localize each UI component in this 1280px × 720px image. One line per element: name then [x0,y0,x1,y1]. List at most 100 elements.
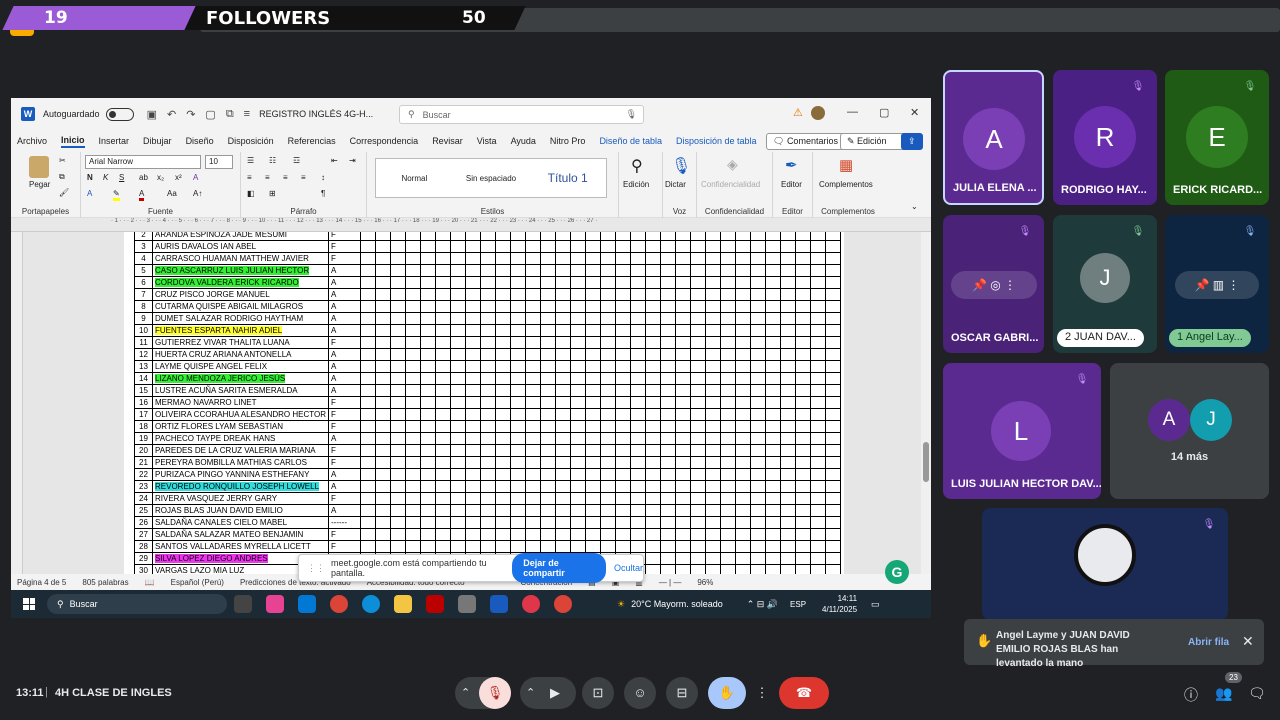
empty-cell[interactable] [735,408,752,421]
empty-cell[interactable] [480,240,497,253]
empty-cell[interactable] [795,232,812,241]
empty-cell[interactable] [510,492,527,505]
empty-cell[interactable] [525,540,542,553]
empty-cell[interactable] [495,528,512,541]
empty-cell[interactable] [825,456,842,469]
line-spacing-icon[interactable]: ↕ [321,173,325,182]
attendance-status[interactable]: A [328,372,362,385]
empty-cell[interactable] [630,232,647,241]
empty-cell[interactable] [600,384,617,397]
empty-cell[interactable] [825,348,842,361]
empty-cell[interactable] [540,456,557,469]
empty-cell[interactable] [615,384,632,397]
participant-tile-julia[interactable]: A JULIA ELENA ... [943,70,1044,205]
row-number[interactable]: 16 [134,396,153,409]
stop-sharing-button[interactable]: Dejar de compartir [512,553,606,583]
empty-cell[interactable] [735,252,752,265]
empty-cell[interactable] [720,504,737,517]
empty-cell[interactable] [435,336,452,349]
empty-cell[interactable] [525,348,542,361]
empty-cell[interactable] [705,396,722,409]
empty-cell[interactable] [420,300,437,313]
empty-cell[interactable] [390,312,407,325]
empty-cell[interactable] [810,384,827,397]
empty-cell[interactable] [780,552,797,565]
empty-cell[interactable] [495,444,512,457]
empty-cell[interactable] [540,516,557,529]
empty-cell[interactable] [630,492,647,505]
student-name[interactable]: FUENTES ESPARTA NAHIR ADIEL [151,324,330,337]
empty-cell[interactable] [720,540,737,553]
empty-cell[interactable] [645,360,662,373]
empty-cell[interactable] [420,384,437,397]
highlight-color-icon[interactable]: ✎ [113,189,120,201]
empty-cell[interactable] [600,408,617,421]
empty-cell[interactable] [435,384,452,397]
empty-cell[interactable] [705,372,722,385]
empty-cell[interactable] [795,384,812,397]
empty-cell[interactable] [795,552,812,565]
empty-cell[interactable] [540,288,557,301]
empty-cell[interactable] [570,384,587,397]
empty-cell[interactable] [465,528,482,541]
empty-cell[interactable] [705,232,722,241]
shading-icon[interactable]: ◧ [247,189,255,198]
row-number[interactable]: 15 [134,384,153,397]
empty-cell[interactable] [585,372,602,385]
empty-cell[interactable] [495,516,512,529]
empty-cell[interactable] [630,540,647,553]
maximize-icon[interactable]: ▢ [879,106,889,119]
empty-cell[interactable] [360,492,377,505]
attendance-status[interactable]: A [328,384,362,397]
empty-cell[interactable] [645,300,662,313]
empty-cell[interactable] [780,396,797,409]
empty-cell[interactable] [750,456,767,469]
empty-cell[interactable] [405,384,422,397]
empty-cell[interactable] [540,336,557,349]
empty-cell[interactable] [720,456,737,469]
empty-cell[interactable] [780,444,797,457]
tab-referencias[interactable]: Referencias [288,136,336,146]
row-number[interactable]: 2 [134,232,153,241]
row-number[interactable]: 28 [134,540,153,553]
empty-cell[interactable] [585,540,602,553]
attendance-status[interactable]: A [328,504,362,517]
empty-cell[interactable] [660,276,677,289]
empty-cell[interactable] [780,384,797,397]
empty-cell[interactable] [435,252,452,265]
empty-cell[interactable] [435,288,452,301]
empty-cell[interactable] [720,480,737,493]
empty-cell[interactable] [765,312,782,325]
empty-cell[interactable] [495,384,512,397]
empty-cell[interactable] [435,396,452,409]
empty-cell[interactable] [660,240,677,253]
empty-cell[interactable] [825,276,842,289]
empty-cell[interactable] [705,480,722,493]
empty-cell[interactable] [525,396,542,409]
empty-cell[interactable] [405,408,422,421]
empty-cell[interactable] [585,276,602,289]
empty-cell[interactable] [525,336,542,349]
empty-cell[interactable] [570,480,587,493]
empty-cell[interactable] [390,348,407,361]
empty-cell[interactable] [705,336,722,349]
empty-cell[interactable] [615,540,632,553]
empty-cell[interactable] [525,480,542,493]
empty-cell[interactable] [390,432,407,445]
empty-cell[interactable] [690,504,707,517]
empty-cell[interactable] [675,288,692,301]
empty-cell[interactable] [495,276,512,289]
empty-cell[interactable] [810,232,827,241]
empty-cell[interactable] [660,420,677,433]
word-count[interactable]: 805 palabras [82,578,128,587]
empty-cell[interactable] [435,408,452,421]
empty-cell[interactable] [465,540,482,553]
empty-cell[interactable] [810,444,827,457]
empty-cell[interactable] [375,444,392,457]
empty-cell[interactable] [585,516,602,529]
empty-cell[interactable] [450,264,467,277]
student-name[interactable]: SALDAÑA SALAZAR MATEO BENJAMIN [151,528,330,541]
attendance-status[interactable]: A [328,300,362,313]
empty-cell[interactable] [675,516,692,529]
empty-cell[interactable] [630,408,647,421]
